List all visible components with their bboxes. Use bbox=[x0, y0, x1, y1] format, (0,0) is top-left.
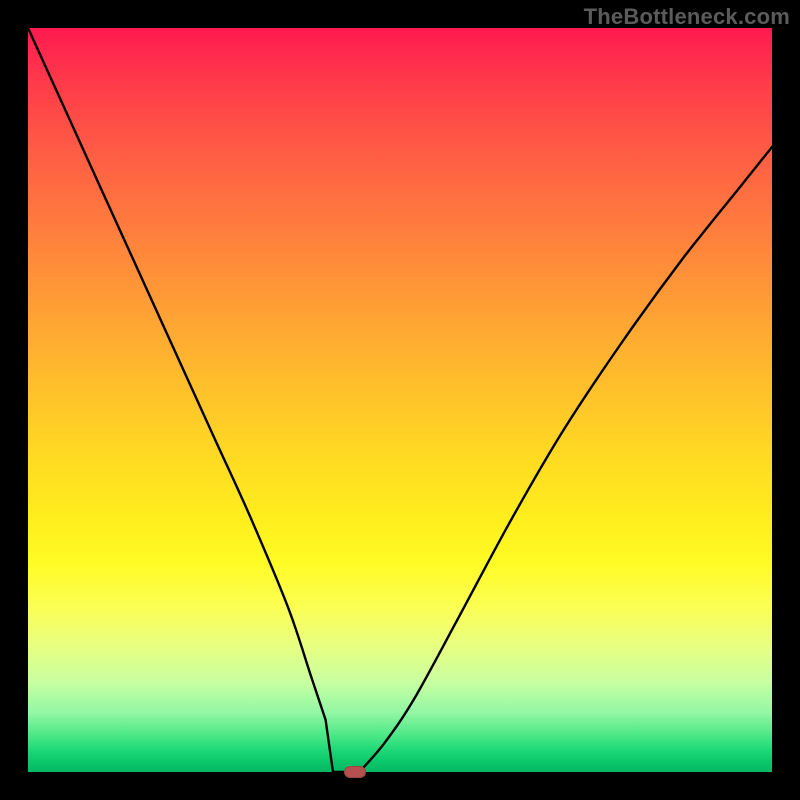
min-marker bbox=[344, 766, 366, 778]
curve-path bbox=[28, 28, 772, 772]
plot-area bbox=[28, 28, 772, 772]
chart-frame: TheBottleneck.com bbox=[0, 0, 800, 800]
watermark-text: TheBottleneck.com bbox=[584, 4, 790, 30]
bottleneck-curve bbox=[28, 28, 772, 772]
